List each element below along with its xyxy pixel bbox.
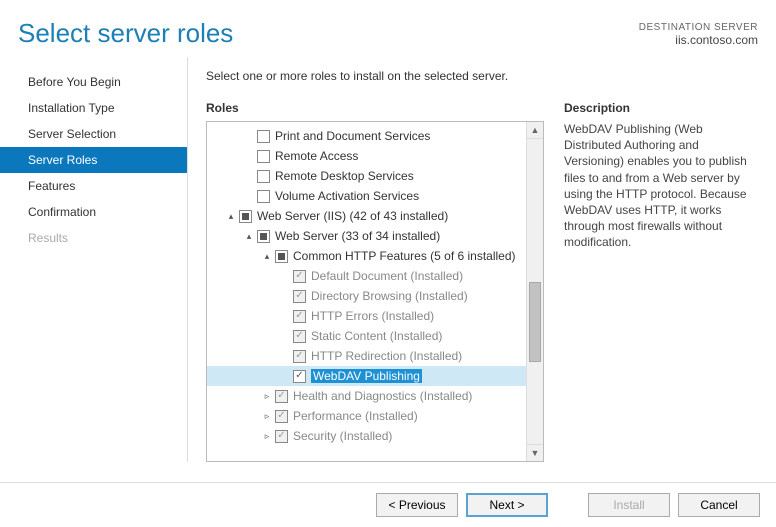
tree-node[interactable]: ▴ Web Server (33 of 34 installed): [207, 226, 526, 246]
destination-label: DESTINATION SERVER: [639, 22, 758, 33]
tree-node[interactable]: Default Document (Installed): [207, 266, 526, 286]
tree-node-label[interactable]: Security (Installed): [293, 429, 392, 443]
wizard-step: Results: [0, 225, 187, 251]
wizard-step[interactable]: Features: [0, 173, 187, 199]
checkbox[interactable]: [293, 370, 306, 383]
wizard-step[interactable]: Installation Type: [0, 95, 187, 121]
checkbox[interactable]: [293, 350, 306, 363]
tree-node[interactable]: ▴ Common HTTP Features (5 of 6 installed): [207, 246, 526, 266]
scroll-up-icon[interactable]: ▲: [527, 122, 543, 139]
next-button[interactable]: Next >: [466, 493, 548, 517]
tree-node-label[interactable]: Static Content (Installed): [311, 329, 442, 343]
roles-tree-container: Print and Document Services Remote Access…: [206, 121, 544, 462]
tree-node-label[interactable]: HTTP Errors (Installed): [311, 309, 434, 323]
checkbox[interactable]: [257, 170, 270, 183]
checkbox[interactable]: [293, 290, 306, 303]
tree-node-label[interactable]: Common HTTP Features (5 of 6 installed): [293, 249, 516, 263]
wizard-footer: < Previous Next > Install Cancel: [0, 482, 776, 527]
tree-node[interactable]: ▴ Web Server (IIS) (42 of 43 installed): [207, 206, 526, 226]
checkbox[interactable]: [275, 390, 288, 403]
checkbox[interactable]: [293, 330, 306, 343]
tree-node[interactable]: Static Content (Installed): [207, 326, 526, 346]
wizard-step[interactable]: Server Roles: [0, 147, 187, 173]
tree-node[interactable]: ▹ Performance (Installed): [207, 406, 526, 426]
tree-node-label[interactable]: Volume Activation Services: [275, 189, 419, 203]
checkbox[interactable]: [257, 130, 270, 143]
install-button: Install: [588, 493, 670, 517]
expand-icon[interactable]: ▹: [261, 431, 273, 442]
checkbox[interactable]: [275, 430, 288, 443]
wizard-sidebar: Before You BeginInstallation TypeServer …: [0, 57, 188, 462]
tree-node[interactable]: HTTP Redirection (Installed): [207, 346, 526, 366]
expand-icon[interactable]: ▹: [261, 411, 273, 422]
tree-node[interactable]: ▹ Health and Diagnostics (Installed): [207, 386, 526, 406]
tree-node-label[interactable]: Web Server (IIS) (42 of 43 installed): [257, 209, 448, 223]
description-heading: Description: [564, 101, 760, 115]
tree-node[interactable]: Volume Activation Services: [207, 186, 526, 206]
roles-tree[interactable]: Print and Document Services Remote Access…: [207, 122, 526, 461]
scroll-down-icon[interactable]: ▼: [527, 444, 543, 461]
page-title: Select server roles: [18, 18, 233, 49]
wizard-step[interactable]: Confirmation: [0, 199, 187, 225]
scrollbar[interactable]: ▲ ▼: [526, 122, 543, 461]
checkbox[interactable]: [293, 310, 306, 323]
tree-node-label[interactable]: Default Document (Installed): [311, 269, 463, 283]
roles-heading: Roles: [206, 101, 544, 115]
scroll-thumb[interactable]: [529, 282, 541, 362]
tree-node-label[interactable]: Health and Diagnostics (Installed): [293, 389, 472, 403]
collapse-icon[interactable]: ▴: [243, 231, 255, 242]
checkbox[interactable]: [257, 150, 270, 163]
destination-info: DESTINATION SERVER iis.contoso.com: [639, 18, 758, 47]
checkbox[interactable]: [275, 250, 288, 263]
collapse-icon[interactable]: ▴: [261, 251, 273, 262]
tree-node-label[interactable]: HTTP Redirection (Installed): [311, 349, 462, 363]
tree-node-label[interactable]: Remote Access: [275, 149, 358, 163]
tree-node-label[interactable]: Performance (Installed): [293, 409, 418, 423]
tree-node-label[interactable]: Web Server (33 of 34 installed): [275, 229, 440, 243]
tree-node[interactable]: Directory Browsing (Installed): [207, 286, 526, 306]
wizard-step[interactable]: Before You Begin: [0, 69, 187, 95]
collapse-icon[interactable]: ▴: [225, 211, 237, 222]
checkbox[interactable]: [293, 270, 306, 283]
cancel-button[interactable]: Cancel: [678, 493, 760, 517]
checkbox[interactable]: [257, 230, 270, 243]
tree-node-label[interactable]: Print and Document Services: [275, 129, 430, 143]
tree-node-label[interactable]: Directory Browsing (Installed): [311, 289, 468, 303]
checkbox[interactable]: [239, 210, 252, 223]
previous-button[interactable]: < Previous: [376, 493, 458, 517]
instruction-text: Select one or more roles to install on t…: [206, 69, 760, 83]
wizard-step[interactable]: Server Selection: [0, 121, 187, 147]
tree-node[interactable]: WebDAV Publishing: [207, 366, 526, 386]
destination-host: iis.contoso.com: [639, 33, 758, 47]
tree-node[interactable]: Remote Access: [207, 146, 526, 166]
tree-node[interactable]: ▹ Security (Installed): [207, 426, 526, 446]
tree-node-label[interactable]: Remote Desktop Services: [275, 169, 414, 183]
description-text: WebDAV Publishing (Web Distributed Autho…: [564, 121, 760, 251]
tree-node-label[interactable]: WebDAV Publishing: [311, 369, 422, 383]
checkbox[interactable]: [275, 410, 288, 423]
tree-node[interactable]: Print and Document Services: [207, 126, 526, 146]
tree-node[interactable]: HTTP Errors (Installed): [207, 306, 526, 326]
tree-node[interactable]: Remote Desktop Services: [207, 166, 526, 186]
expand-icon[interactable]: ▹: [261, 391, 273, 402]
checkbox[interactable]: [257, 190, 270, 203]
